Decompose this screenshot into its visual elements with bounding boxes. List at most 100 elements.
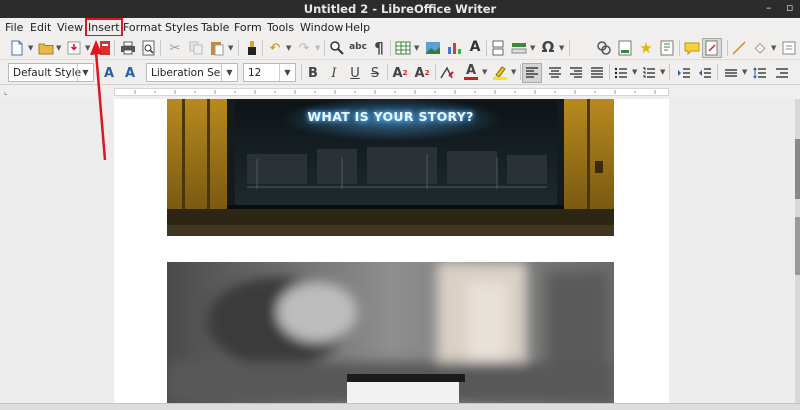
toolbar-separator bbox=[717, 64, 718, 80]
insert-bookmark-icon[interactable] bbox=[658, 39, 676, 57]
redo-icon[interactable]: ↷ bbox=[295, 39, 313, 57]
print-preview-icon[interactable] bbox=[140, 39, 158, 57]
set-paragraph-style-icon[interactable]: A bbox=[100, 64, 118, 82]
font-name-combo[interactable]: Liberation Se ▼ bbox=[146, 63, 238, 82]
spelling-icon[interactable]: abc bbox=[349, 38, 367, 56]
chevron-down-icon[interactable]: ▼ bbox=[85, 44, 90, 52]
toolbar-separator bbox=[679, 40, 680, 56]
copy-icon[interactable] bbox=[187, 39, 205, 57]
menu-form[interactable]: Form bbox=[234, 21, 262, 34]
chevron-down-icon[interactable]: ▼ bbox=[742, 68, 747, 76]
scrollbar-thumb[interactable] bbox=[795, 139, 800, 199]
clone-formatting-icon[interactable] bbox=[243, 39, 261, 57]
ordered-list-icon[interactable] bbox=[640, 64, 658, 82]
new-document-icon[interactable] bbox=[8, 39, 26, 57]
chevron-down-icon[interactable]: ▼ bbox=[511, 68, 516, 76]
paste-icon[interactable] bbox=[208, 39, 226, 57]
superscript-icon[interactable]: A2 bbox=[391, 64, 409, 82]
undo-icon[interactable]: ↶ bbox=[266, 39, 284, 57]
cut-icon[interactable]: ✂ bbox=[166, 39, 184, 57]
formatting-marks-icon[interactable]: ¶ bbox=[370, 39, 388, 57]
chevron-down-icon[interactable]: ▼ bbox=[660, 68, 665, 76]
font-color-icon[interactable]: A bbox=[462, 63, 480, 81]
insert-field-icon[interactable] bbox=[510, 39, 528, 57]
paragraph-indent-icon[interactable] bbox=[773, 64, 791, 82]
open-folder-icon[interactable] bbox=[37, 39, 55, 57]
insert-page-break-icon[interactable] bbox=[489, 39, 507, 57]
insert-image-icon[interactable] bbox=[424, 39, 442, 57]
paragraph-style-combo[interactable]: Default Style ▼ bbox=[8, 63, 94, 82]
chevron-down-icon[interactable]: ▼ bbox=[221, 64, 237, 81]
insert-textbox-icon[interactable]: A bbox=[466, 38, 484, 56]
paragraph-spacing-icon[interactable] bbox=[751, 64, 769, 82]
chevron-down-icon[interactable]: ▼ bbox=[228, 44, 233, 52]
menu-help[interactable]: Help bbox=[345, 21, 370, 34]
chevron-down-icon[interactable]: ▼ bbox=[414, 44, 419, 52]
menu-insert[interactable]: Insert bbox=[85, 18, 123, 37]
italic-icon[interactable]: I bbox=[325, 64, 343, 82]
chevron-down-icon[interactable]: ▼ bbox=[559, 44, 564, 52]
insert-comment-icon[interactable] bbox=[683, 39, 701, 57]
menu-styles[interactable]: Styles bbox=[165, 21, 198, 34]
chevron-down-icon[interactable]: ▼ bbox=[315, 44, 320, 52]
menu-view[interactable]: View bbox=[57, 21, 83, 34]
unordered-list-icon[interactable] bbox=[612, 64, 630, 82]
chevron-down-icon[interactable]: ▼ bbox=[771, 44, 776, 52]
insert-footnote-icon[interactable] bbox=[616, 39, 634, 57]
increase-indent-icon[interactable] bbox=[675, 64, 693, 82]
subscript-icon[interactable]: A2 bbox=[413, 64, 431, 82]
highlighting-color-icon[interactable] bbox=[491, 63, 509, 81]
find-replace-icon[interactable] bbox=[328, 39, 346, 57]
menu-window[interactable]: Window bbox=[300, 21, 343, 34]
underline-icon[interactable]: U bbox=[346, 64, 364, 82]
bold-icon[interactable]: B bbox=[304, 64, 322, 82]
justify-icon[interactable] bbox=[588, 64, 606, 82]
clear-formatting-icon[interactable] bbox=[438, 64, 456, 82]
save-icon[interactable] bbox=[65, 39, 83, 57]
chevron-down-icon[interactable]: ▼ bbox=[530, 44, 535, 52]
chevron-down-icon[interactable]: ▼ bbox=[56, 44, 61, 52]
chevron-down-icon[interactable]: ▼ bbox=[77, 64, 93, 81]
line-spacing-icon[interactable] bbox=[722, 64, 740, 82]
insert-hyperlink-icon[interactable] bbox=[595, 39, 613, 57]
chevron-down-icon[interactable]: ▼ bbox=[28, 44, 33, 52]
insert-table-icon[interactable] bbox=[394, 39, 412, 57]
vertical-scrollbar[interactable] bbox=[795, 99, 800, 403]
toolbar-separator bbox=[727, 40, 728, 56]
menu-edit[interactable]: Edit bbox=[30, 21, 51, 34]
standard-toolbar: ▼ ▼ ▼ ✂ ▼ ↶ ▼ ↷ ▼ abc ¶ ▼ A ▼ Ω ▼ ★ ◇ ▼ bbox=[0, 36, 800, 60]
align-center-icon[interactable] bbox=[546, 64, 564, 82]
export-pdf-icon[interactable] bbox=[96, 39, 114, 57]
strikethrough-icon[interactable]: S bbox=[366, 64, 384, 82]
track-changes-icon[interactable] bbox=[702, 38, 722, 58]
new-style-icon[interactable]: A bbox=[121, 64, 139, 82]
print-icon[interactable] bbox=[119, 39, 137, 57]
chevron-down-icon[interactable]: ▼ bbox=[279, 64, 295, 81]
chevron-down-icon[interactable]: ▼ bbox=[286, 44, 291, 52]
menu-format[interactable]: Format bbox=[123, 21, 162, 34]
font-size-combo[interactable]: 12 ▼ bbox=[243, 63, 296, 82]
insert-chart-icon[interactable] bbox=[445, 39, 463, 57]
tab-stop-type-icon[interactable]: ⌞ bbox=[4, 87, 8, 96]
minimize-icon[interactable]: – bbox=[766, 1, 772, 14]
insert-endnote-icon[interactable]: ★ bbox=[637, 39, 655, 57]
insert-line-icon[interactable] bbox=[730, 39, 748, 57]
ruler-strip[interactable] bbox=[114, 88, 669, 96]
align-right-icon[interactable] bbox=[567, 64, 585, 82]
document-image-storefront[interactable]: WHAT IS YOUR STORY? bbox=[167, 99, 614, 236]
insert-special-character-icon[interactable]: Ω bbox=[539, 38, 557, 56]
more-options-icon[interactable] bbox=[780, 39, 798, 57]
chevron-down-icon[interactable]: ▼ bbox=[632, 68, 637, 76]
menu-tools[interactable]: Tools bbox=[267, 21, 294, 34]
toolbar-separator bbox=[301, 64, 302, 80]
menu-table[interactable]: Table bbox=[201, 21, 229, 34]
maximize-icon[interactable]: ▫ bbox=[786, 1, 793, 14]
chevron-down-icon[interactable]: ▼ bbox=[482, 68, 487, 76]
document-image-coffee-cup[interactable] bbox=[167, 262, 614, 403]
toolbar-separator bbox=[114, 40, 115, 56]
menu-file[interactable]: File bbox=[5, 21, 23, 34]
align-left-icon[interactable] bbox=[522, 63, 542, 83]
decrease-indent-icon[interactable] bbox=[696, 64, 714, 82]
horizontal-ruler[interactable]: ⌞ bbox=[0, 85, 800, 99]
basic-shapes-icon[interactable]: ◇ bbox=[751, 39, 769, 57]
